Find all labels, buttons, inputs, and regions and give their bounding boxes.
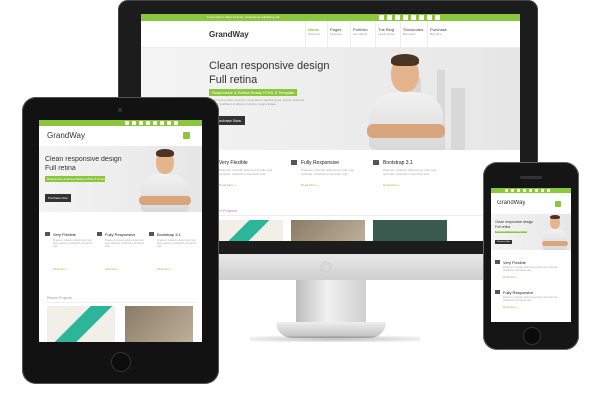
read-more-link[interactable]: Read More » xyxy=(53,268,67,271)
google-plus-icon[interactable] xyxy=(517,189,520,192)
hero-body: Lorem ipsum dolor sit amet, consectetur … xyxy=(209,98,305,106)
hero-title-line1: Clean responsive design xyxy=(209,60,330,72)
google-plus-icon[interactable] xyxy=(139,121,143,125)
hero-section: Clean responsive design Full retina Resp… xyxy=(39,146,202,212)
phone-icon xyxy=(373,160,379,165)
read-more-link[interactable]: Read More » xyxy=(157,268,171,271)
hero-purchase-button[interactable]: Purchase Now xyxy=(45,194,71,202)
hero-person-image xyxy=(541,214,569,250)
top-bar: Lorem ipsum dolor sit amet, consectetur … xyxy=(141,14,520,21)
nav-pages[interactable]: Pages Features xyxy=(330,27,342,36)
hero-title-line1: Clean responsive design xyxy=(45,156,122,163)
hero-badge: Responsive & Retina Ready HTML 5 Templat… xyxy=(209,89,298,96)
dribbble-icon[interactable] xyxy=(535,189,538,192)
read-more-link[interactable]: Read More » xyxy=(105,268,119,271)
menu-icon[interactable] xyxy=(555,201,561,207)
google-plus-icon[interactable] xyxy=(395,15,400,20)
hero-title-line2: Full retina xyxy=(209,74,258,86)
project-thumbnail[interactable] xyxy=(373,220,447,241)
read-more-link[interactable]: Read More » xyxy=(301,183,318,187)
phone-home-button xyxy=(523,327,541,345)
phone-screen: GrandWay Clean responsive design Full re… xyxy=(491,188,571,322)
read-more-link[interactable]: Read More » xyxy=(383,183,400,187)
rss-icon[interactable] xyxy=(547,189,550,192)
phone-icon xyxy=(149,232,154,236)
top-bar xyxy=(491,188,571,193)
dribbble-icon[interactable] xyxy=(160,121,164,125)
project-thumbnail[interactable] xyxy=(47,306,115,342)
nav-purchase[interactable]: Purchase Buy Now xyxy=(430,27,447,36)
facebook-icon[interactable] xyxy=(511,189,514,192)
site-logo[interactable]: GrandWay xyxy=(209,30,249,39)
project-thumbnail[interactable] xyxy=(125,306,193,342)
phone-speaker xyxy=(520,176,542,179)
tablet-icon xyxy=(45,232,50,236)
hero-person-image xyxy=(361,48,451,150)
tablet-icon xyxy=(495,260,500,264)
pinterest-icon[interactable] xyxy=(146,121,150,125)
recent-projects-heading: Recent Projects xyxy=(47,296,72,300)
youtube-icon[interactable] xyxy=(541,189,544,192)
flickr-icon[interactable] xyxy=(411,15,416,20)
project-thumbnail[interactable] xyxy=(209,220,283,241)
nav-shortcodes[interactable]: Shortcodes Elements xyxy=(403,27,423,36)
tablet-screen: GrandWay Clean responsive design Full re… xyxy=(39,120,202,342)
hero-title-line1: Clean responsive design xyxy=(495,220,534,224)
menu-icon[interactable] xyxy=(183,132,190,139)
hero-badge: Responsive & Retina Ready HTML 5 Templat… xyxy=(45,176,105,182)
tablet-home-button xyxy=(111,352,131,372)
hero-badge: Responsive & Retina Ready HTML 5 Templat… xyxy=(495,231,527,233)
hero-title-line2: Full retina xyxy=(495,225,511,229)
flickr-icon[interactable] xyxy=(529,189,532,192)
hero-section: Clean responsive design Full retina Resp… xyxy=(491,214,571,250)
monitor-shadow xyxy=(250,336,420,342)
laptop-icon xyxy=(291,160,297,165)
tablet-camera xyxy=(118,108,122,112)
facebook-icon[interactable] xyxy=(132,121,136,125)
read-more-link[interactable]: Read More » xyxy=(503,306,517,309)
twitter-icon[interactable] xyxy=(125,121,129,125)
pinterest-icon[interactable] xyxy=(403,15,408,20)
top-bar xyxy=(39,120,202,126)
laptop-icon xyxy=(97,232,102,236)
nav-home[interactable]: Home Welcome xyxy=(308,27,320,36)
youtube-icon[interactable] xyxy=(167,121,171,125)
laptop-icon xyxy=(495,290,500,294)
monitor-stand-neck xyxy=(296,280,366,326)
nav-blog[interactable]: The Blog Latest News xyxy=(378,27,395,36)
site-logo[interactable]: GrandWay xyxy=(47,131,85,140)
hero-person-image xyxy=(137,146,193,212)
hero-title-line2: Full retina xyxy=(45,165,76,172)
read-more-link[interactable]: Read More » xyxy=(503,276,517,279)
site-header: GrandWay Home Welcome Pages Features Por… xyxy=(141,21,520,48)
apple-logo-icon xyxy=(321,262,331,272)
top-bar-text: Lorem ipsum dolor sit amet, consectetur … xyxy=(207,15,280,19)
rss-icon[interactable] xyxy=(435,15,440,20)
project-thumbnail[interactable] xyxy=(291,220,365,241)
rss-icon[interactable] xyxy=(174,121,178,125)
flickr-icon[interactable] xyxy=(153,121,157,125)
hero-purchase-button[interactable]: Purchase Now xyxy=(495,240,513,244)
youtube-icon[interactable] xyxy=(427,15,432,20)
read-more-link[interactable]: Read More » xyxy=(219,183,236,187)
pinterest-icon[interactable] xyxy=(523,189,526,192)
facebook-icon[interactable] xyxy=(387,15,392,20)
twitter-icon[interactable] xyxy=(379,15,384,20)
twitter-icon[interactable] xyxy=(505,189,508,192)
dribbble-icon[interactable] xyxy=(419,15,424,20)
site-logo[interactable]: GrandWay xyxy=(497,200,525,206)
nav-portfolio[interactable]: Portfolio Our Works xyxy=(353,27,368,36)
